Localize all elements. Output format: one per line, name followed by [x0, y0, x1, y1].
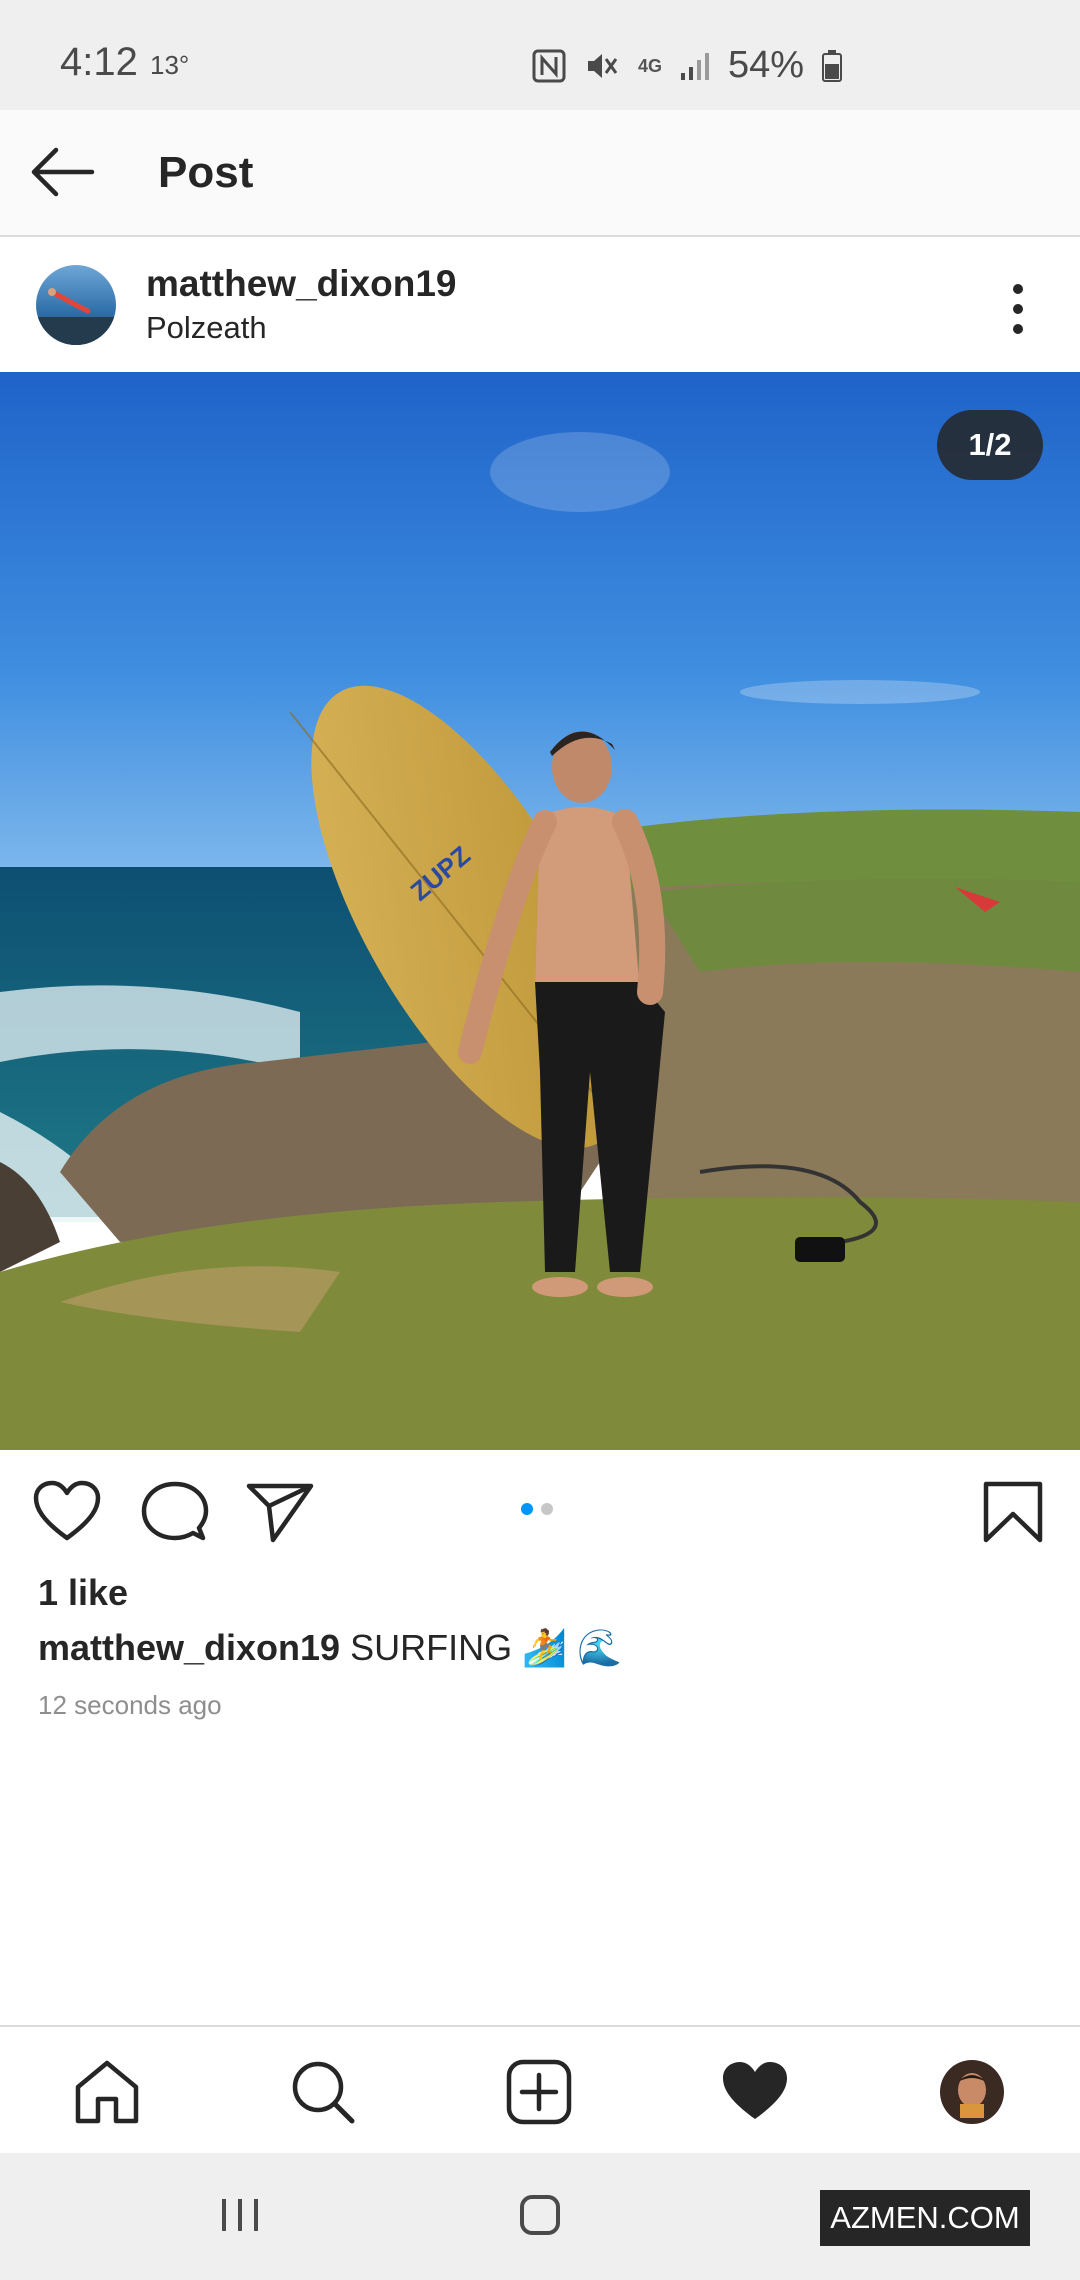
- carousel-dot-active: [521, 1503, 533, 1515]
- nfc-icon: [532, 49, 566, 83]
- battery-percentage: 54%: [728, 44, 805, 86]
- carousel-dot: [541, 1503, 553, 1515]
- status-bar: 4:12 13° 4G 54%: [0, 0, 1080, 110]
- heart-outline-icon: [33, 1480, 101, 1541]
- bottom-navigation: [0, 2025, 1080, 2155]
- nav-home[interactable]: [72, 2057, 142, 2127]
- caption-username[interactable]: matthew_dixon19: [38, 1627, 340, 1668]
- nav-search[interactable]: [288, 2057, 358, 2127]
- post-location[interactable]: Polzeath: [146, 310, 267, 346]
- comment-bubble-icon: [141, 1481, 209, 1541]
- back-arrow-icon: [31, 147, 95, 197]
- carousel-indicator: [521, 1503, 553, 1515]
- bookmark-icon: [983, 1481, 1043, 1543]
- app-bar: Post: [0, 110, 1080, 237]
- home-icon: [75, 2060, 139, 2124]
- status-temperature: 13°: [150, 50, 190, 80]
- image-counter-badge: 1/2: [937, 410, 1043, 480]
- mute-icon: [584, 49, 620, 83]
- signal-icon: [680, 51, 710, 81]
- activity-heart-icon: [723, 2062, 787, 2119]
- more-options-button[interactable]: [1000, 277, 1036, 341]
- post-caption: matthew_dixon19 SURFING 🏄 🌊: [38, 1627, 622, 1669]
- caption-text: SURFING 🏄 🌊: [350, 1627, 622, 1668]
- watermark-label: AZMEN.COM: [820, 2190, 1030, 2246]
- save-button[interactable]: [978, 1480, 1048, 1544]
- battery-icon: [822, 49, 843, 82]
- recent-apps-icon[interactable]: [218, 2193, 262, 2237]
- nav-new-post[interactable]: [504, 2057, 574, 2127]
- post-header: matthew_dixon19 Polzeath: [0, 237, 1080, 372]
- status-icons: 4G 54%: [532, 44, 843, 87]
- page-title: Post: [158, 148, 254, 197]
- post-image[interactable]: ZUPZ: [0, 372, 1080, 1450]
- network-4g-icon: 4G: [638, 55, 663, 76]
- nav-activity[interactable]: [720, 2057, 790, 2127]
- author-username[interactable]: matthew_dixon19: [146, 263, 456, 305]
- like-count[interactable]: 1 like: [38, 1572, 128, 1614]
- more-vertical-icon: [1013, 284, 1023, 334]
- nav-profile-avatar[interactable]: [940, 2060, 1004, 2124]
- status-time: 4:12: [60, 40, 138, 84]
- send-paper-plane-icon: [246, 1483, 314, 1543]
- post-timestamp: 12 seconds ago: [38, 1690, 222, 1720]
- home-button-icon[interactable]: [518, 2193, 562, 2237]
- author-avatar[interactable]: [36, 265, 116, 345]
- new-post-icon: [506, 2059, 572, 2125]
- back-button[interactable]: [28, 140, 98, 204]
- like-button[interactable]: [32, 1480, 102, 1544]
- search-icon: [292, 2061, 355, 2124]
- share-button[interactable]: [245, 1480, 315, 1544]
- comment-button[interactable]: [140, 1480, 210, 1544]
